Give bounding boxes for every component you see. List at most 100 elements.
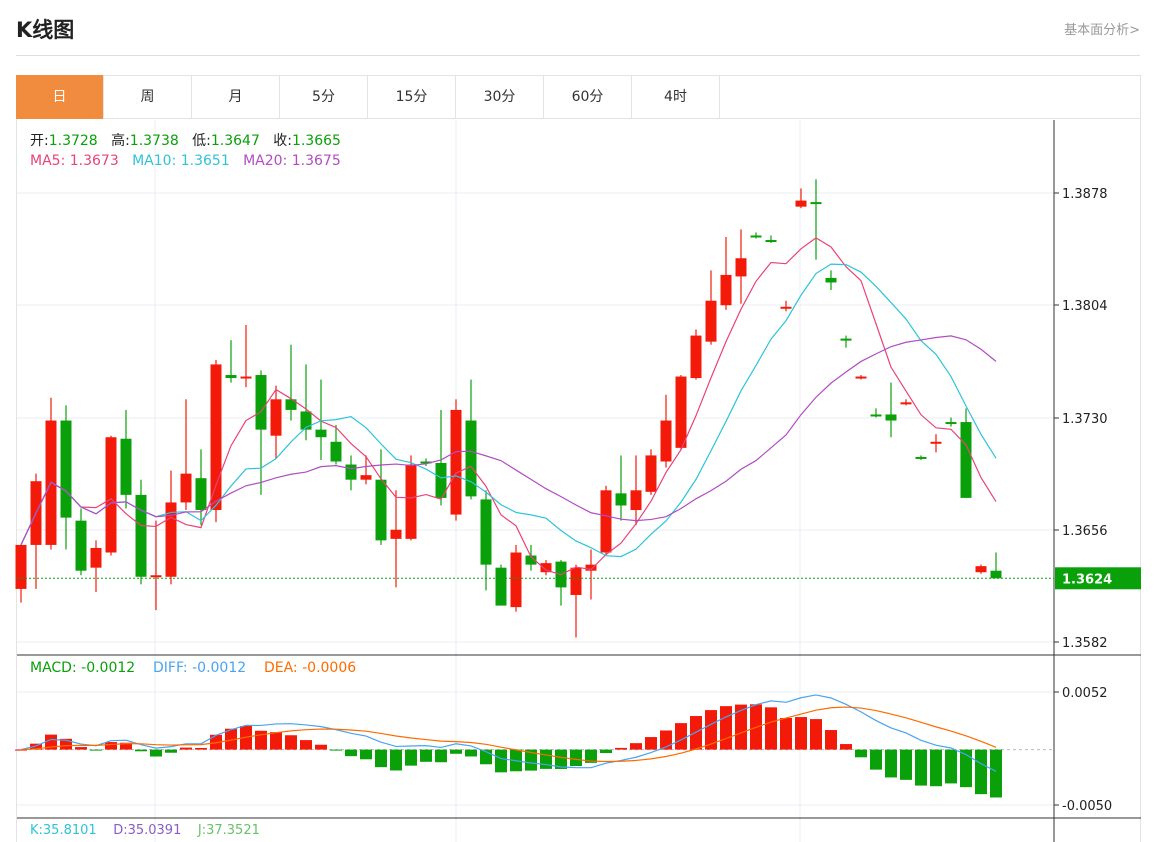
candle (735, 229, 747, 304)
candle-body (510, 552, 522, 608)
macd-bar (645, 737, 657, 750)
candle (540, 560, 552, 576)
candle-body (720, 274, 732, 306)
candle (615, 455, 627, 521)
macd-bar (420, 749, 432, 762)
open-value: 1.3728 (48, 133, 98, 149)
candle (480, 490, 492, 591)
macd-bar (105, 742, 117, 750)
macd-value: -0.0012 (81, 660, 136, 676)
j-label: J: (197, 823, 207, 838)
candle-body (795, 200, 807, 207)
candle-body (15, 544, 27, 589)
d-value: 35.0391 (127, 823, 182, 838)
candle-body (870, 414, 882, 417)
macd-bar (780, 718, 792, 750)
candle-body (615, 493, 627, 506)
ma10-label: MA10: (132, 153, 177, 169)
candle-body (825, 277, 837, 283)
macd-bar (255, 730, 267, 750)
candle-body (675, 376, 687, 448)
candle-body (840, 338, 852, 341)
candle (375, 449, 387, 545)
candle (990, 552, 1002, 579)
macd-bar (165, 749, 177, 753)
candle-body (210, 364, 222, 511)
close-value: 1.3665 (291, 133, 341, 149)
candle (255, 370, 267, 495)
macd-bar (855, 749, 867, 758)
ma10-legend: MA10: 1.3651 (132, 153, 230, 169)
price-tick-label: 1.3730 (1062, 412, 1108, 427)
candle-body (750, 235, 762, 238)
macd-bar (870, 749, 882, 770)
candle (120, 409, 132, 509)
candle (645, 449, 657, 495)
candle (165, 470, 177, 585)
candle-body (120, 438, 132, 495)
macd-bar (540, 749, 552, 769)
candle (390, 490, 402, 588)
candle (300, 364, 312, 441)
k-legend: K:35.8101 (30, 823, 97, 838)
candle (840, 335, 852, 348)
candle-body (330, 441, 342, 462)
macd-bar (885, 749, 897, 778)
diff-line (20, 694, 997, 772)
macd-bar (450, 749, 462, 754)
macd-bar (300, 740, 312, 750)
candle-body (450, 409, 462, 515)
candle-body (780, 306, 792, 309)
macd-bar (630, 743, 642, 750)
candle-body (75, 520, 87, 571)
macd-bar (495, 749, 507, 773)
candle (105, 435, 117, 556)
d-label: D: (113, 823, 128, 838)
candle-body (375, 479, 387, 541)
candle (555, 560, 567, 606)
diff-legend-item: DIFF: -0.0012 (153, 660, 246, 676)
current-price-label: 1.3624 (1062, 572, 1112, 587)
candle (570, 564, 582, 638)
candle (915, 455, 927, 460)
candle-body (855, 376, 867, 379)
candle-body (195, 478, 207, 511)
candle (690, 329, 702, 380)
ma5-value: 1.3673 (69, 153, 119, 169)
candle-body (135, 494, 147, 577)
macd-bar (180, 747, 192, 750)
macd-bar (195, 747, 207, 750)
macd-bar (975, 749, 987, 795)
price-tick-label: 1.3582 (1062, 636, 1108, 651)
macd-bar (330, 749, 342, 751)
candle (885, 382, 897, 438)
candle-body (975, 566, 987, 573)
candle (225, 340, 237, 383)
macd-legend: MACD: -0.0012 DIFF: -0.0012 DEA: -0.0006 (30, 660, 356, 676)
candle (180, 399, 192, 511)
candle (810, 179, 822, 260)
low-value: 1.3647 (210, 133, 260, 149)
macd-bar (990, 749, 1002, 798)
price-tick-label: 1.3656 (1062, 524, 1108, 539)
ma20-legend: MA20: 1.3675 (243, 153, 341, 169)
candle (945, 417, 957, 427)
ma10-value: 1.3651 (180, 153, 230, 169)
candle (450, 399, 462, 521)
candle (825, 270, 837, 291)
kline-chart[interactable]: 1.3878 1.3804 1.3730 1.3656 1.3582 0.0052 -0.0… (0, 0, 1170, 842)
kdj-legend: K:35.8101 D:35.0391 J:37.3521 (30, 823, 260, 838)
candle-body (810, 202, 822, 205)
candle-body (345, 464, 357, 480)
candle (585, 549, 597, 600)
candle-body (270, 399, 282, 436)
candle-body (705, 300, 717, 342)
candle-body (225, 375, 237, 379)
candle-body (765, 240, 777, 243)
candle (285, 344, 297, 421)
candle-body (900, 402, 912, 405)
close-label: 收: (273, 133, 292, 149)
macd-bar (375, 749, 387, 768)
ma-legend: MA5: 1.3673 MA10: 1.3651 MA20: 1.3675 (30, 153, 341, 169)
macd-bar (900, 749, 912, 780)
